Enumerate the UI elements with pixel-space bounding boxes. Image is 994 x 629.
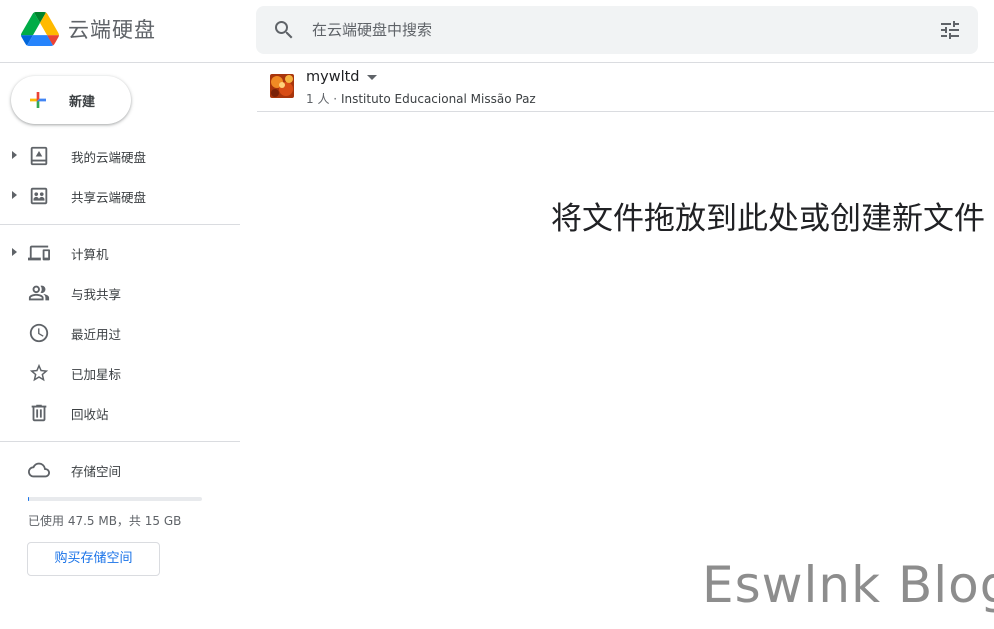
sidebar-item-label: 最近用过 (71, 327, 122, 342)
expand-arrow-icon[interactable] (12, 151, 17, 159)
watermark-text: Eswlnk Blog (702, 556, 994, 614)
meta-separator: · (333, 92, 338, 106)
buy-storage-button[interactable]: 购买存储空间 (27, 542, 160, 576)
expand-arrow-icon[interactable] (12, 191, 17, 199)
sidebar-item-shared-drives[interactable]: 共享云端硬盘 (0, 177, 240, 213)
dropdown-arrow-icon[interactable] (367, 75, 377, 80)
sidebar-divider (0, 441, 240, 442)
my-drive-icon (30, 146, 48, 166)
expand-arrow-icon[interactable] (12, 248, 17, 256)
sidebar-item-label: 存储空间 (71, 464, 122, 479)
search-bar[interactable] (256, 6, 978, 54)
plus-icon (30, 92, 46, 108)
star-icon (29, 363, 49, 382)
shared-drive-meta: 1 人 · Instituto Educacional Missão Paz (306, 90, 536, 107)
sidebar-item-label: 与我共享 (71, 287, 122, 302)
shared-drive-name[interactable]: mywltd (306, 69, 359, 85)
sidebar-item-recent[interactable]: 最近用过 (0, 314, 240, 350)
sidebar-item-label: 计算机 (71, 247, 109, 262)
shared-drive-avatar (270, 74, 294, 98)
google-drive-logo[interactable] (21, 12, 59, 46)
sidebar-item-shared-with-me[interactable]: 与我共享 (0, 274, 240, 310)
sidebar-divider (0, 224, 240, 225)
storage-usage-bar (28, 497, 202, 501)
sidebar-item-my-drive[interactable]: 我的云端硬盘 (0, 137, 240, 173)
app-title[interactable]: 云端硬盘 (68, 14, 156, 44)
search-options-icon[interactable] (938, 18, 962, 42)
storage-usage-fill (28, 497, 29, 501)
empty-drop-hint: 将文件拖放到此处或创建新文件 (551, 201, 985, 237)
shared-drives-icon (30, 187, 48, 205)
sidebar-item-label: 共享云端硬盘 (71, 190, 147, 205)
new-button[interactable]: 新建 (11, 76, 131, 124)
clock-icon (29, 323, 49, 343)
content-divider (257, 111, 994, 112)
sidebar-item-computers[interactable]: 计算机 (0, 234, 240, 270)
cloud-icon (28, 462, 50, 478)
new-button-label: 新建 (69, 95, 96, 110)
sidebar-item-label: 回收站 (71, 407, 109, 422)
trash-icon (31, 404, 47, 422)
sidebar-item-label: 已加星标 (71, 367, 122, 382)
sidebar-item-trash[interactable]: 回收站 (0, 394, 240, 430)
storage-usage-text: 已使用 47.5 MB，共 15 GB (28, 514, 182, 528)
search-input[interactable] (312, 14, 912, 46)
sidebar-item-starred[interactable]: 已加星标 (0, 354, 240, 390)
search-icon[interactable] (272, 18, 296, 42)
member-count[interactable]: 1 人 (306, 92, 329, 106)
people-icon (28, 285, 50, 301)
sidebar-item-label: 我的云端硬盘 (71, 150, 147, 165)
computers-icon (28, 245, 50, 261)
header-divider (0, 62, 994, 63)
sidebar-item-storage[interactable]: 存储空间 (0, 451, 240, 487)
organization-name: Instituto Educacional Missão Paz (340, 92, 536, 106)
